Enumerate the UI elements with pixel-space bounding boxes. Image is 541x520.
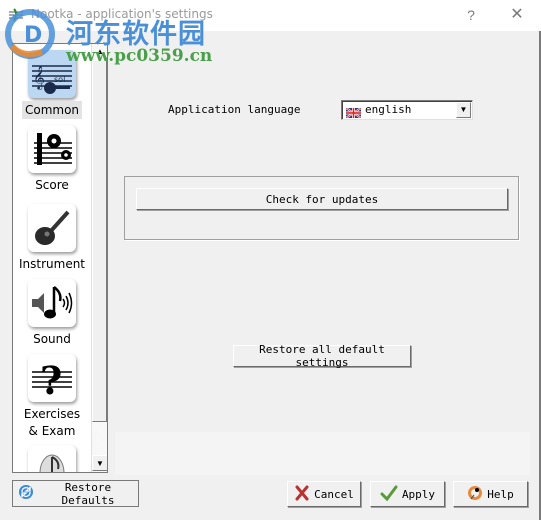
refresh-icon xyxy=(18,484,34,503)
score-settings-icon xyxy=(28,125,76,173)
application-language-label: Application language xyxy=(168,103,301,116)
cancel-x-icon xyxy=(294,485,310,504)
check-for-updates-button[interactable]: Check for updates xyxy=(136,188,508,210)
apply-button[interactable]: Apply xyxy=(370,481,445,507)
nav-item-label: Sound xyxy=(33,332,71,346)
scroll-thumb[interactable] xyxy=(92,60,107,422)
watermark-url: www.pc0359.cn xyxy=(66,46,213,66)
nav-item-label: Exercises & Exam xyxy=(23,407,81,438)
cancel-button[interactable]: Cancel xyxy=(287,481,361,507)
nav-item-label: Common xyxy=(21,101,83,119)
svg-text:sol: sol xyxy=(54,75,65,84)
close-button[interactable]: ✕ xyxy=(500,4,534,26)
svg-text:D: D xyxy=(24,23,42,48)
hint-panel xyxy=(115,432,530,475)
language-select-value: english xyxy=(365,103,412,116)
nav-item-label: Score xyxy=(35,178,69,192)
nav-item-score[interactable]: Score xyxy=(13,125,91,194)
checkmark-icon xyxy=(380,485,398,504)
chevron-down-icon[interactable]: ▼ xyxy=(456,102,471,118)
restore-defaults-button[interactable]: Restore Defaults xyxy=(12,480,139,507)
nav-scrollbar[interactable]: ▲ ▼ xyxy=(91,44,107,472)
svg-text:?: ? xyxy=(40,358,62,400)
language-select[interactable]: english ▼ xyxy=(341,100,473,120)
sound-icon xyxy=(28,279,76,327)
nav-item-label: Instrument xyxy=(18,257,86,271)
settings-category-list[interactable]: 𝄞 sol Common Score Instrument Sound ? Ex… xyxy=(12,43,108,473)
uk-flag-icon xyxy=(345,105,362,119)
question-staff-icon: ? xyxy=(28,354,76,402)
watermark-logo-icon: D xyxy=(2,8,62,60)
nav-item-exercises-exam[interactable]: ? Exercises & Exam xyxy=(13,354,91,441)
nav-item-more[interactable] xyxy=(13,445,91,472)
context-help-button[interactable]: ? xyxy=(456,4,486,26)
note-icon xyxy=(28,445,76,472)
guitar-icon xyxy=(28,204,76,252)
restore-all-defaults-button[interactable]: Restore all default settings xyxy=(233,343,411,369)
nav-item-instrument[interactable]: Instrument xyxy=(13,204,91,273)
help-lifebuoy-icon xyxy=(467,485,483,504)
svg-text:𝄞: 𝄞 xyxy=(33,65,45,90)
scroll-down-button[interactable]: ▼ xyxy=(92,455,107,471)
help-button[interactable]: Help xyxy=(453,481,528,507)
nav-item-sound[interactable]: Sound xyxy=(13,279,91,348)
